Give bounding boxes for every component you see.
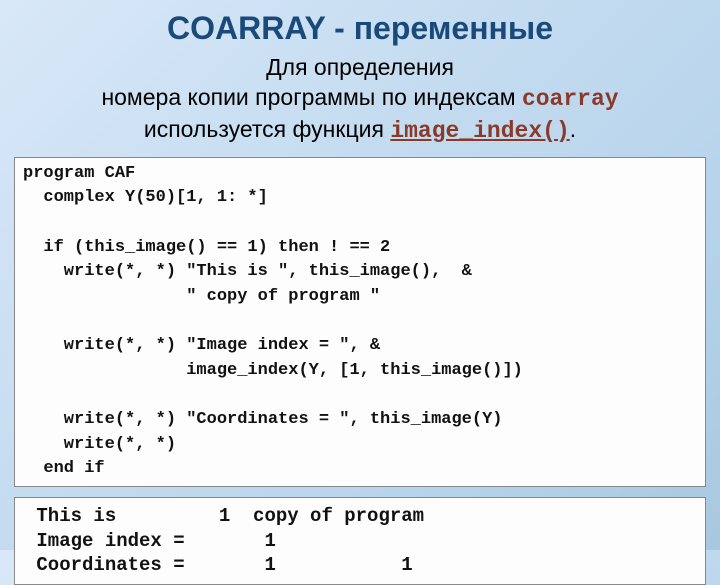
desc-function-name: image_index() (390, 118, 569, 144)
output-line: Image index = 1 (25, 530, 276, 552)
code-line: write(*, *) "This is ", this_image(), & (23, 262, 472, 281)
code-block: program CAF complex Y(50)[1, 1: *] if (t… (14, 157, 706, 487)
output-line: Coordinates = 1 1 (25, 554, 413, 576)
code-line: image_index(Y, [1, this_image()]) (23, 361, 523, 380)
code-line: if (this_image() == 1) then ! == 2 (23, 238, 390, 257)
desc-text-3: используется функция (144, 116, 390, 142)
desc-text-2: номера копии программы по индексам (101, 84, 522, 110)
code-line: complex Y(50)[1, 1: *] (23, 188, 268, 207)
code-line: write(*, *) "Image index = ", & (23, 336, 380, 355)
output-line: This is 1 copy of program (25, 505, 424, 527)
code-line: write(*, *) (23, 435, 176, 454)
slide-description: Для определения номера копии программы п… (20, 53, 700, 147)
desc-text-4: . (570, 116, 576, 142)
desc-text-1: Для определения (266, 54, 454, 80)
desc-coarray-keyword: coarray (522, 86, 619, 112)
code-line: end if (23, 459, 105, 478)
code-line: program CAF (23, 164, 135, 183)
code-line: " copy of program " (23, 287, 380, 306)
slide-title: COARRAY - переменные (0, 10, 720, 47)
code-line: write(*, *) "Coordinates = ", this_image… (23, 410, 502, 429)
output-block: This is 1 copy of program Image index = … (14, 497, 706, 585)
